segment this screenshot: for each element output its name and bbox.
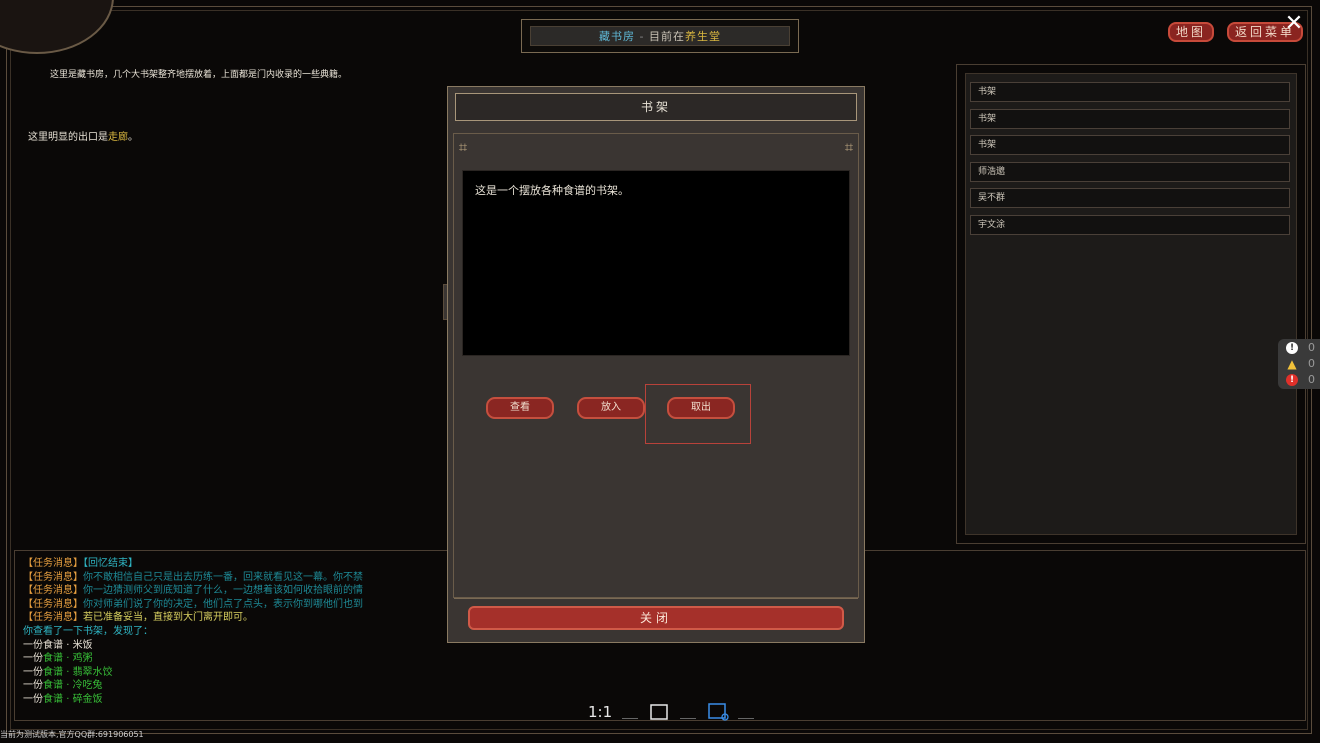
toolbar-divider <box>680 718 696 719</box>
warning-icon: ▲ <box>1287 357 1297 371</box>
log-item: 一份食谱 · 鸡粥 <box>23 653 93 665</box>
selection-highlight <box>645 384 751 444</box>
version-notice: 当前为测试版本,官方QQ群:691906051 <box>0 730 144 739</box>
status-indicators: ! 0 ▲ 0 ! 0 <box>1278 339 1320 389</box>
log-line: 你查看了一下书架，发现了： <box>23 625 153 637</box>
exits-suffix: 。 <box>128 132 138 143</box>
corner-ornament-icon: ⌗ <box>458 138 468 156</box>
location-name: 养生堂 <box>684 30 721 43</box>
dialog-description: 这是一个摆放各种食谱的书架。 <box>462 170 850 356</box>
current-label: 目前在 <box>648 30 685 43</box>
title-separator: - <box>639 30 645 43</box>
error-count: 0 <box>1308 373 1315 386</box>
log-item: 一份食谱 · 米饭 <box>23 639 93 651</box>
object-item[interactable]: 吴不群 <box>970 188 1290 208</box>
toolbar-divider <box>622 718 638 719</box>
warning-count: 0 <box>1308 357 1315 370</box>
put-in-button[interactable]: 放入 <box>577 397 645 419</box>
log-item: 一份食谱 · 翡翠水饺 <box>23 666 113 678</box>
corner-ornament-icon: ⌗ <box>844 138 854 156</box>
toolbar-divider <box>738 718 754 719</box>
fit-screen-icon[interactable] <box>649 703 669 725</box>
object-item[interactable]: 书架 <box>970 82 1290 102</box>
room-description: 这里是藏书房，几个大书架整齐地摆放着，上面都是门内收录的一些典籍。 <box>50 70 348 80</box>
screenshot-edit-icon[interactable] <box>708 703 730 725</box>
object-item[interactable]: 师浩邈 <box>970 162 1290 182</box>
message-log: 【任务消息】【回忆结束】 【任务消息】你不敢相信自己只是出去历练一番，回来就看见… <box>23 557 453 707</box>
exit-link-corridor[interactable]: 走廊 <box>108 132 128 143</box>
dialog-title: 书架 <box>455 93 857 121</box>
map-button[interactable]: 地图 <box>1168 22 1214 42</box>
dialog-close-button[interactable]: 关闭 <box>468 606 844 630</box>
error-icon: ! <box>1286 374 1298 386</box>
zoom-ratio-button[interactable]: 1:1 <box>588 703 612 721</box>
log-item: 一份食谱 · 碎金饭 <box>23 693 103 705</box>
log-line: 【任务消息】你对师弟们说了你的决定，他们点了点头，表示你到哪他们也到 <box>23 598 363 610</box>
exits-prefix: 这里明显的出口是 <box>28 132 108 143</box>
view-button[interactable]: 查看 <box>486 397 554 419</box>
object-item[interactable]: 书架 <box>970 135 1290 155</box>
object-item[interactable]: 书架 <box>970 109 1290 129</box>
log-line: 【任务消息】【回忆结束】 <box>23 558 138 569</box>
object-item[interactable]: 宇文涂 <box>970 215 1290 235</box>
room-name: 藏书房 <box>599 30 635 43</box>
info-icon: ! <box>1286 342 1298 354</box>
location-title-bar: 藏书房 - 目前在养生堂 <box>521 19 799 53</box>
log-line: 【任务消息】若已准备妥当，直接到大门离开即可。 <box>23 612 253 624</box>
log-item: 一份食谱 · 冷吃兔 <box>23 680 103 692</box>
room-exits: 这里明显的出口是走廊。 <box>28 128 138 143</box>
log-line: 【任务消息】你一边猜测师父到底知道了什么，一边想着该如何收拾眼前的情 <box>23 585 363 597</box>
info-count: 0 <box>1308 341 1315 354</box>
log-line: 【任务消息】你不敢相信自己只是出去历练一番，回来就看见这一幕。你不禁 <box>23 571 363 583</box>
close-icon[interactable]: ✕ <box>1284 12 1304 36</box>
dialog-divider <box>454 598 858 599</box>
